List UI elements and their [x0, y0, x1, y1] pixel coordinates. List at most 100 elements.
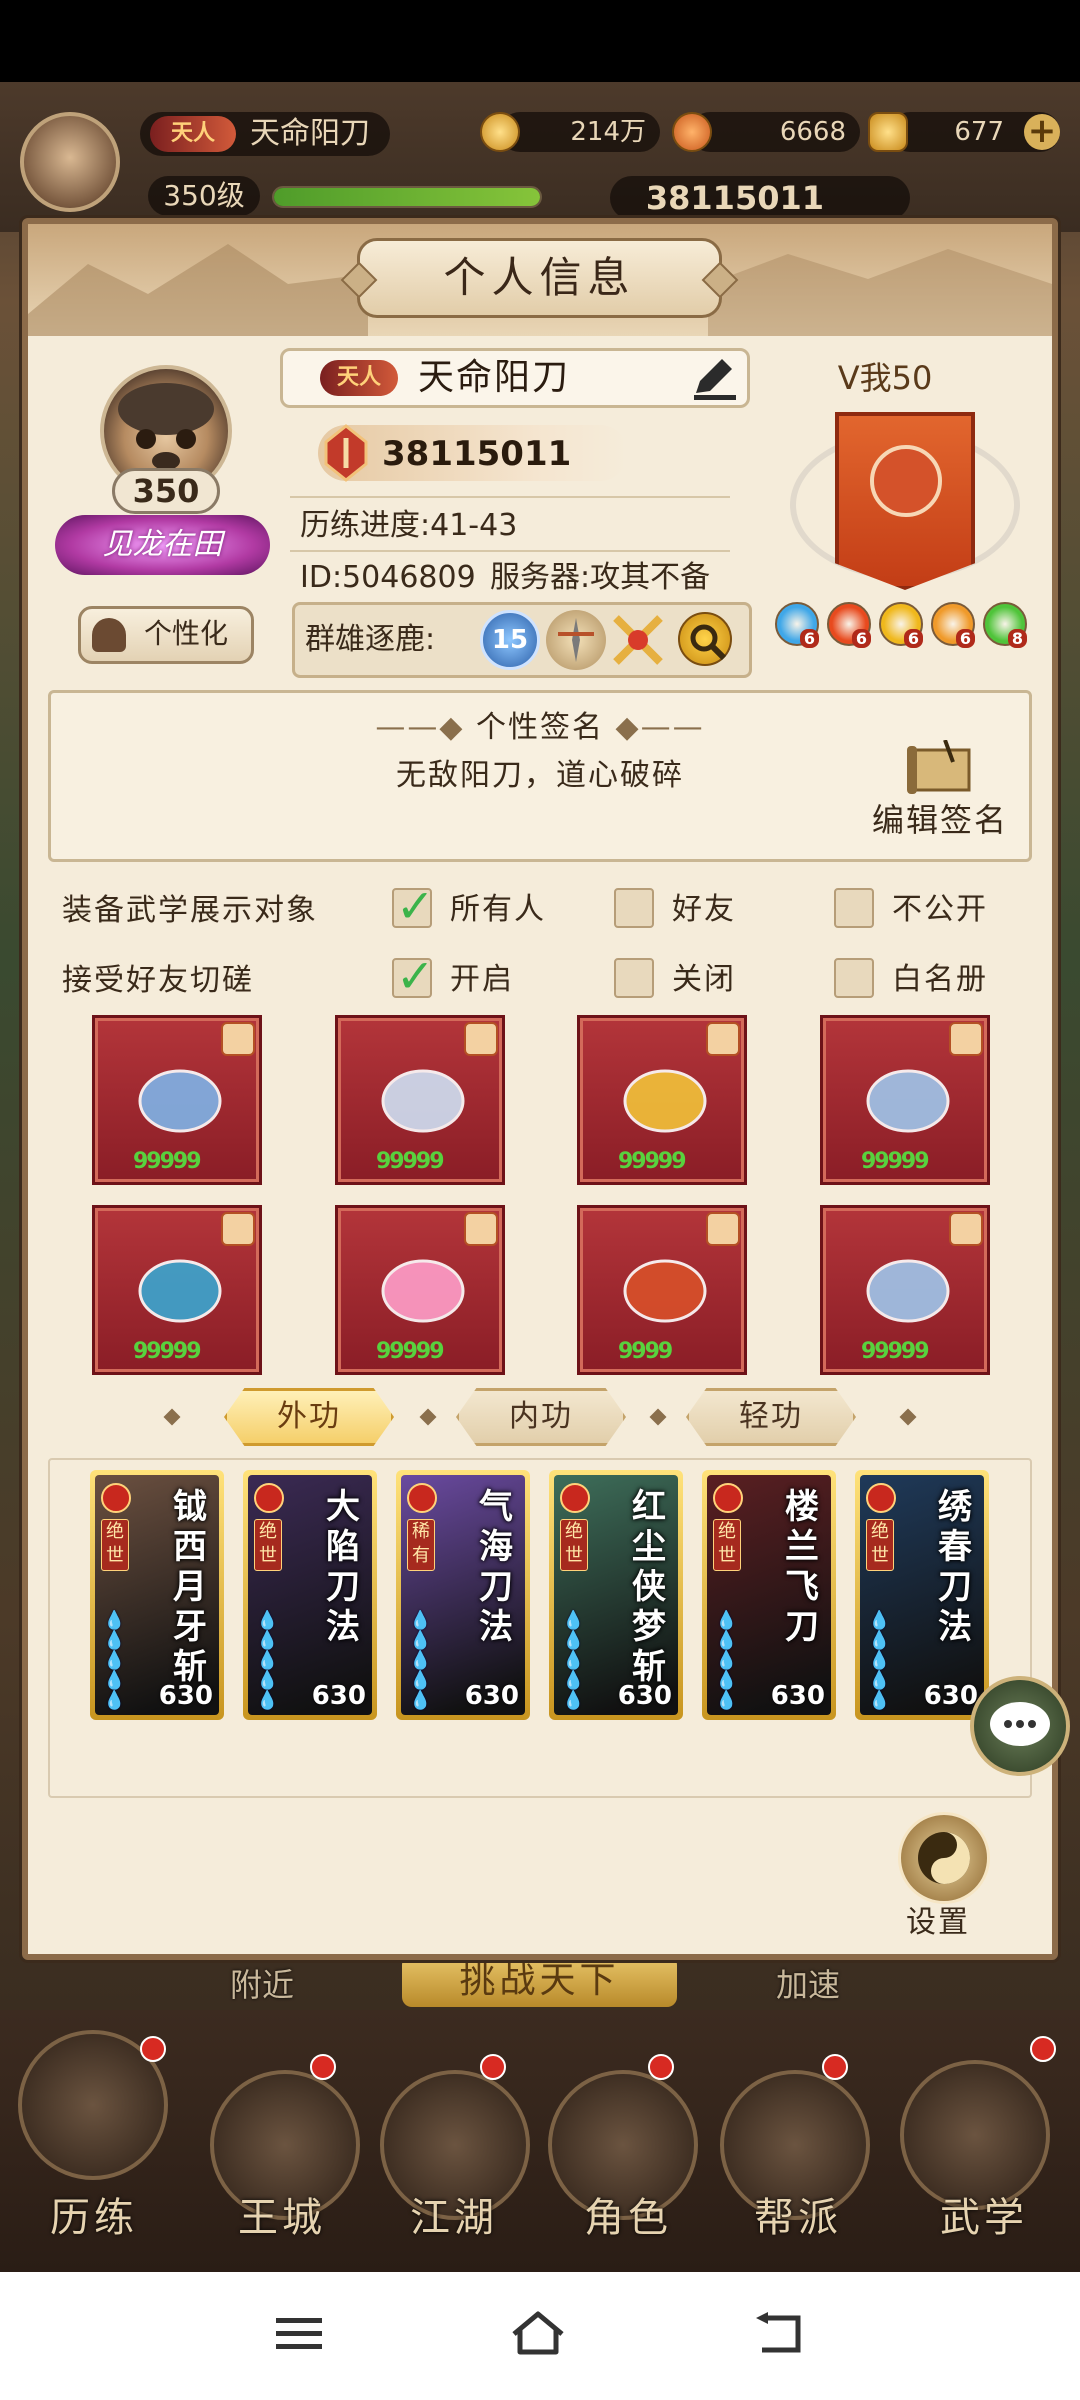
gold-icon — [672, 112, 712, 152]
customize-label: 个性化 — [143, 617, 228, 650]
enhance-stars: 99999 — [133, 1149, 202, 1174]
attribute-orb-icon[interactable]: 6 — [827, 602, 871, 648]
skill-card[interactable]: 绝世 大陷刀法 💧💧💧💧💧 630 — [243, 1470, 377, 1720]
notification-dot — [480, 2054, 506, 2080]
quality-corner-icon — [706, 1212, 740, 1246]
notification-dot — [822, 2054, 848, 2080]
equipment-slot[interactable]: 99999 — [92, 1205, 262, 1375]
menu-icon[interactable] — [276, 2316, 322, 2352]
attribute-orb-icon[interactable]: 6 — [931, 602, 975, 648]
checkbox[interactable] — [614, 958, 654, 998]
back-icon[interactable] — [754, 2310, 804, 2356]
robe-icon — [92, 618, 126, 652]
check-icon: ✓ — [396, 879, 435, 933]
rank-15-icon[interactable]: 15 — [480, 610, 540, 670]
skill-name: 钺西月牙斩 — [173, 1487, 207, 1687]
silver-counter: 214万 — [500, 112, 660, 152]
enhance-stars: 99999 — [376, 1339, 445, 1364]
enhance-stars: 99999 — [861, 1339, 930, 1364]
tournament-icon[interactable] — [546, 610, 606, 670]
orb-count: 6 — [851, 629, 871, 648]
skill-name: 红尘侠梦斩 — [632, 1487, 666, 1687]
skill-card[interactable]: 绝世 红尘侠梦斩 💧💧💧💧💧 630 — [549, 1470, 683, 1720]
option-label[interactable]: 白名册 — [892, 954, 988, 998]
header-player-name: 天命阳刀 — [250, 116, 370, 151]
enhance-stars: 99999 — [861, 1149, 930, 1174]
modal-title: 个人信息 — [357, 238, 722, 318]
option-label[interactable]: 好友 — [672, 884, 736, 928]
skill-name: 楼兰飞刀 — [785, 1487, 819, 1647]
equipment-slot[interactable]: 99999 — [335, 1015, 505, 1185]
attribute-orb-icon[interactable]: 8 — [983, 602, 1027, 648]
water-drop-icon: 💧💧💧💧💧 — [868, 1610, 891, 1711]
skill-rarity: 绝世 — [254, 1519, 282, 1571]
checkbox-checked[interactable]: ✓ — [392, 879, 435, 933]
checkbox[interactable] — [614, 888, 654, 928]
checkbox-checked[interactable]: ✓ — [392, 949, 435, 1003]
checkbox[interactable] — [834, 958, 874, 998]
search-icon[interactable] — [678, 612, 732, 666]
beast-emblem-icon — [870, 445, 942, 517]
water-drop-icon: 💧💧💧💧💧 — [103, 1610, 126, 1711]
skill-type-icon — [560, 1483, 590, 1513]
header-level: 350级 — [148, 176, 260, 216]
nav-label: 帮派 — [754, 2195, 842, 2241]
divider — [290, 550, 730, 552]
enhance-stars: 99999 — [618, 1149, 687, 1174]
skill-level: 630 — [464, 1681, 519, 1711]
skill-rarity: 稀有 — [407, 1519, 435, 1571]
equipment-slot[interactable]: 99999 — [92, 1015, 262, 1185]
add-currency-button[interactable]: + — [1024, 114, 1060, 150]
equipment-slot[interactable]: 99999 — [335, 1205, 505, 1375]
signature-title: ——◆ 个性签名 ◆—— — [375, 710, 705, 745]
player-name: 天命阳刀 — [418, 357, 571, 398]
attribute-orb-icon[interactable]: 6 — [775, 602, 819, 648]
option-label[interactable]: 开启 — [450, 954, 514, 998]
chat-button[interactable] — [970, 1676, 1070, 1776]
divider — [290, 496, 730, 498]
quality-corner-icon — [706, 1022, 740, 1056]
belt-icon — [610, 1046, 720, 1156]
skill-card[interactable]: 绝世 钺西月牙斩 💧💧💧💧💧 630 — [90, 1470, 224, 1720]
skill-card[interactable]: 绝世 楼兰飞刀 💧💧💧💧💧 630 — [702, 1470, 836, 1720]
skill-art: 绝世 绣春刀法 💧💧💧💧💧 630 — [860, 1475, 984, 1715]
option-label[interactable]: 所有人 — [450, 884, 546, 928]
skill-type-icon — [254, 1483, 284, 1513]
nearby-label[interactable]: 附近 — [230, 1960, 294, 2006]
tab-lightness[interactable]: 轻功 — [686, 1388, 856, 1446]
edit-name-icon[interactable] — [690, 355, 740, 401]
speed-label[interactable]: 加速 — [776, 1960, 840, 2006]
option-label[interactable]: 关闭 — [672, 954, 736, 998]
quality-corner-icon — [949, 1022, 983, 1056]
tab-internal[interactable]: 内功 — [456, 1388, 626, 1446]
skill-name: 绣春刀法 — [938, 1487, 972, 1647]
skill-card[interactable]: 稀有 气海刀法 💧💧💧💧💧 630 — [396, 1470, 530, 1720]
quality-corner-icon — [949, 1212, 983, 1246]
notification-dot — [310, 2054, 336, 2080]
check-icon: ✓ — [396, 949, 435, 1003]
swords-icon[interactable] — [608, 610, 668, 670]
skill-art: 稀有 气海刀法 💧💧💧💧💧 630 — [401, 1475, 525, 1715]
header-avatar[interactable] — [20, 112, 120, 212]
equipment-slot[interactable]: 9999 — [577, 1205, 747, 1375]
option-label[interactable]: 不公开 — [892, 884, 988, 928]
checkbox[interactable] — [834, 888, 874, 928]
tab-external[interactable]: 外功 — [224, 1388, 394, 1446]
pendant-icon — [368, 1236, 478, 1346]
settings-button[interactable] — [898, 1812, 990, 1904]
equipment-slot[interactable]: 99999 — [820, 1015, 990, 1185]
bracelet-icon — [610, 1236, 720, 1346]
nav-label: 江湖 — [410, 2195, 498, 2241]
attribute-orb-icon[interactable]: 6 — [879, 602, 923, 648]
quality-corner-icon — [464, 1022, 498, 1056]
equipment-slot[interactable]: 99999 — [577, 1015, 747, 1185]
challenge-button[interactable]: 挑战天下 — [402, 1955, 677, 2007]
skill-card[interactable]: 绝世 绣春刀法 💧💧💧💧💧 630 — [855, 1470, 989, 1720]
edit-signature-button[interactable]: 编辑签名 — [872, 795, 1008, 841]
scroll-icon[interactable] — [905, 739, 977, 798]
necklace-icon — [125, 1236, 235, 1346]
home-icon[interactable] — [508, 2308, 568, 2358]
notification-dot — [648, 2054, 674, 2080]
orb-count: 6 — [903, 629, 923, 648]
equipment-slot[interactable]: 99999 — [820, 1205, 990, 1375]
